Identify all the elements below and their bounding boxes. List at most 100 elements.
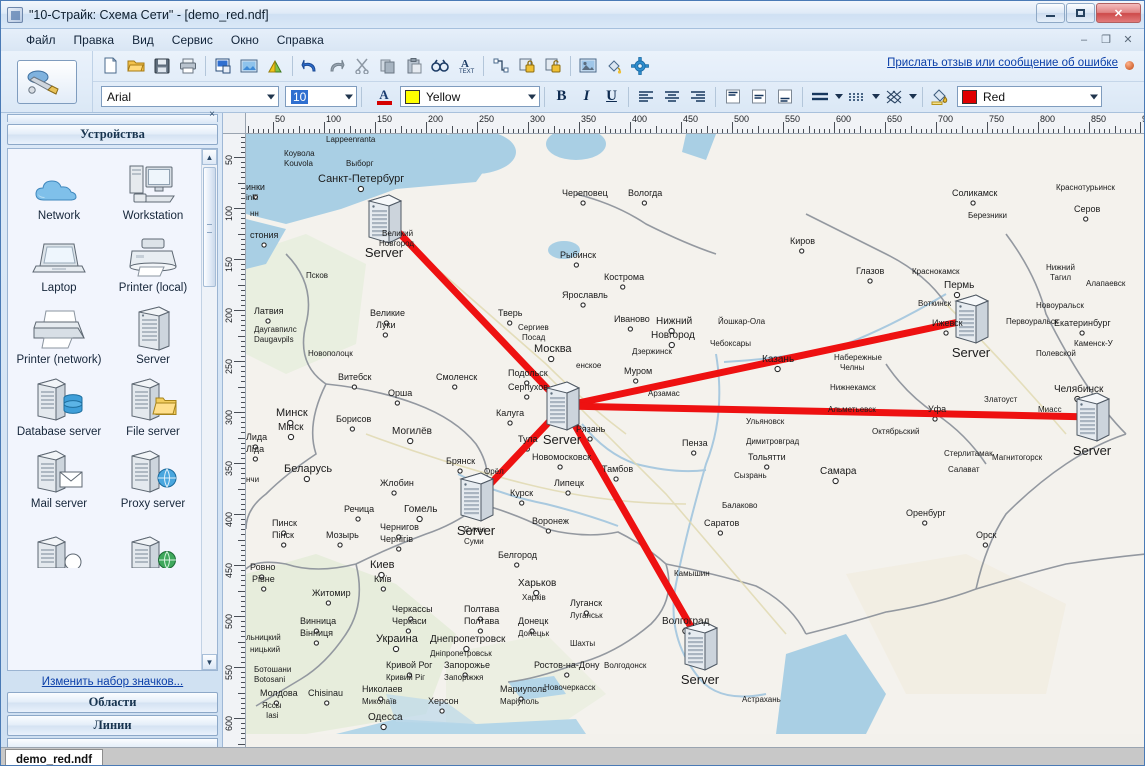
feedback-link[interactable]: Прислать отзыв или сообщение об ошибке (887, 57, 1118, 69)
device-workstation[interactable]: Workstation (106, 157, 200, 225)
map-city-dot (349, 426, 356, 432)
document-tab[interactable]: demo_red.ndf (5, 749, 104, 765)
device-list-scrollbar[interactable]: ▲ ▼ (201, 149, 217, 670)
font-family-select[interactable]: Arial (101, 86, 279, 108)
map-city-label: Ижевск (932, 318, 963, 328)
bold-button[interactable]: B (549, 85, 574, 109)
diagram-viewport[interactable]: Server Server Server Server Server Server Коу… (246, 134, 1144, 747)
undo-icon[interactable] (298, 54, 322, 78)
menu-edit[interactable]: Правка (65, 31, 124, 49)
menu-window[interactable]: Окно (222, 31, 268, 49)
fill-color-label: Yellow (426, 89, 461, 104)
valign-top-icon[interactable] (721, 85, 745, 109)
font-color-icon[interactable]: A (372, 85, 396, 109)
paste-icon[interactable] (402, 54, 426, 78)
minimize-button[interactable] (1036, 3, 1065, 23)
cut-scissors-icon[interactable] (350, 54, 374, 78)
fill-color-select[interactable]: Yellow (400, 86, 540, 108)
new-document-icon[interactable] (98, 54, 122, 78)
paint-bucket-icon[interactable] (928, 85, 952, 109)
find-binoculars-icon[interactable] (428, 54, 452, 78)
map-city-label: Латвия (254, 306, 284, 316)
menu-service[interactable]: Сервис (163, 31, 222, 49)
valign-bottom-icon[interactable] (773, 85, 797, 109)
lock-object-icon[interactable] (515, 54, 539, 78)
line-weight-dropdown-arrow[interactable] (833, 85, 844, 109)
map-city-label: Чебоксары (710, 339, 751, 348)
underline-button[interactable]: U (599, 85, 624, 109)
connector-line-icon[interactable] (489, 54, 513, 78)
network-map[interactable]: ServerServerServerServerServerServer Коу… (246, 134, 1144, 734)
line-dash-icon[interactable] (845, 85, 869, 109)
hatch-dropdown-arrow[interactable] (907, 85, 918, 109)
scrollbar-thumb[interactable] (203, 167, 216, 287)
fill-bucket-icon[interactable] (602, 54, 626, 78)
network-wizard-button[interactable] (16, 59, 77, 104)
menu-help[interactable]: Справка (268, 31, 333, 49)
device-laptop[interactable]: Laptop (12, 229, 106, 297)
device-printer-local[interactable]: Printer (local) (106, 229, 200, 297)
network-node-server[interactable]: Server (365, 194, 404, 260)
map-city-label: Iasi (266, 711, 279, 720)
background-image-icon[interactable] (576, 54, 600, 78)
panel-lines[interactable]: Линии (7, 715, 218, 736)
map-city-label: Набережные (834, 353, 882, 362)
valign-middle-icon[interactable] (747, 85, 771, 109)
scroll-down-button[interactable]: ▼ (202, 654, 217, 670)
device-server[interactable]: Server (106, 301, 200, 369)
menu-file[interactable]: Файл (17, 31, 65, 49)
panel-header-devices[interactable]: Устройства (7, 124, 218, 145)
find-text-icon[interactable]: A TEXT (454, 54, 478, 78)
print-icon[interactable] (176, 54, 200, 78)
align-left-icon[interactable] (634, 85, 658, 109)
panel-areas[interactable]: Области (7, 692, 218, 713)
scroll-up-button[interactable]: ▲ (202, 149, 217, 165)
picture-icon[interactable] (237, 54, 261, 78)
map-city-label: Донецьк (518, 629, 550, 638)
device-mail-server[interactable]: Mail server (12, 445, 106, 513)
export-image-icon[interactable] (211, 54, 235, 78)
align-center-icon[interactable] (660, 85, 684, 109)
unlock-object-icon[interactable] (541, 54, 565, 78)
change-icon-set-link[interactable]: Изменить набор значков... (7, 671, 218, 692)
toolbar-separator (715, 86, 716, 107)
maximize-button[interactable] (1066, 3, 1095, 23)
network-node-server[interactable]: Server (681, 621, 720, 687)
italic-button[interactable]: I (574, 85, 599, 109)
device-file-server[interactable]: File server (106, 373, 200, 441)
copy-icon[interactable] (376, 54, 400, 78)
settings-gear-icon[interactable] (628, 54, 652, 78)
device-time-server[interactable] (12, 517, 106, 572)
map-city-dot (313, 640, 320, 646)
map-city-label: Полевской (1036, 349, 1076, 358)
device-proxy-server[interactable]: Proxy server (106, 445, 200, 513)
align-right-icon[interactable] (686, 85, 710, 109)
main-body: × Устройства Network Workstation Laptop … (1, 109, 1144, 747)
line-weight-icon[interactable] (808, 85, 832, 109)
shape-fill-icon[interactable] (263, 54, 287, 78)
line-dash-dropdown-arrow[interactable] (870, 85, 881, 109)
device-network[interactable]: Network (12, 157, 106, 225)
menu-view[interactable]: Вид (123, 31, 163, 49)
redo-icon[interactable] (324, 54, 348, 78)
mdi-restore-button[interactable]: ❐ (1096, 31, 1116, 48)
map-city-dot (265, 318, 271, 324)
map-city-dot (565, 490, 571, 496)
network-node-server[interactable]: Server (1073, 392, 1112, 458)
font-size-select[interactable]: 10 (285, 86, 357, 108)
map-city-dot (324, 700, 330, 706)
map-city-label: Череповец (562, 188, 608, 198)
panel-close-icon[interactable]: × (209, 109, 215, 120)
mdi-minimize-button[interactable]: – (1074, 31, 1094, 48)
open-folder-icon[interactable] (124, 54, 148, 78)
close-button[interactable]: ✕ (1096, 3, 1141, 23)
network-node-server[interactable]: Server (543, 381, 582, 447)
save-icon[interactable] (150, 54, 174, 78)
device-printer-network[interactable]: Printer (network) (12, 301, 106, 369)
mdi-close-button[interactable]: ✕ (1118, 31, 1138, 48)
line-color-select[interactable]: Red (957, 86, 1102, 108)
device-database-server[interactable]: Database server (12, 373, 106, 441)
hatch-pattern-icon[interactable] (882, 85, 906, 109)
map-city-dot (799, 248, 805, 254)
device-web-server[interactable] (106, 517, 200, 572)
